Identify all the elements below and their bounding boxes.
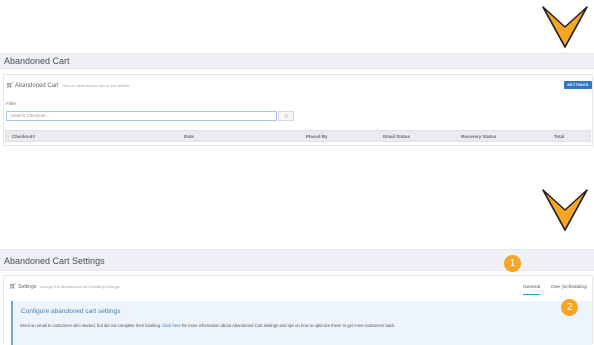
abandoned-cart-panel: 🛒︎ Abandoned Cart click on abandoned car… [3,74,593,146]
step-badge-2: 2 [561,299,578,316]
cart-icon: 🛒︎ [9,284,17,290]
page-title: Abandoned Cart [4,56,70,66]
filter-label: Filter [6,101,16,106]
col-date[interactable]: Date [184,134,194,139]
tab-one-scheduling[interactable]: One (Scheduling [551,285,587,290]
settings-page-title: Abandoned Cart Settings [4,256,105,266]
col-email-status[interactable]: Email Status [383,134,410,139]
col-checkout[interactable]: Checkout# [12,134,35,139]
col-total[interactable]: Total [554,134,564,139]
settings-panel-title: Settings [18,284,37,290]
info-callout: Configure abandoned cart settings Send a… [11,301,592,345]
search-input[interactable]: Search Checkout... [6,111,277,121]
cart-icon: 🛒︎ [6,83,14,89]
panel-header: 🛒︎ Abandoned Cart click on abandoned car… [6,82,129,89]
search-button[interactable]: Q [278,111,294,121]
page-title-bar: Abandoned Cart [0,53,594,69]
settings-panel-header: 🛒︎ Settings change the abandoned cart em… [9,283,120,290]
col-placed-by[interactable]: Placed By [306,134,328,139]
table-header: Checkout# Date Placed By Email Status Re… [5,130,591,142]
click-here-link[interactable]: Click here [162,323,181,328]
step-badge-1: 1 [504,255,521,272]
search-placeholder: Search Checkout... [11,113,50,118]
info-heading: Configure abandoned cart settings [21,308,121,315]
col-recovery-status[interactable]: Recovery Status [461,134,496,139]
settings-panel-hint: change the abandoned cart emailing setti… [40,284,120,289]
settings-button[interactable]: SETTINGS [564,81,592,89]
down-arrow-icon [540,185,590,235]
panel-hint: click on abandoned cart to see details [62,83,130,88]
settings-panel: 🛒︎ Settings change the abandoned cart em… [3,275,593,345]
tab-general[interactable]: General [523,285,541,295]
down-arrow-icon [540,2,590,52]
info-text: Send an email to customers who started, … [20,323,396,328]
panel-title: Abandoned Cart [14,83,59,89]
